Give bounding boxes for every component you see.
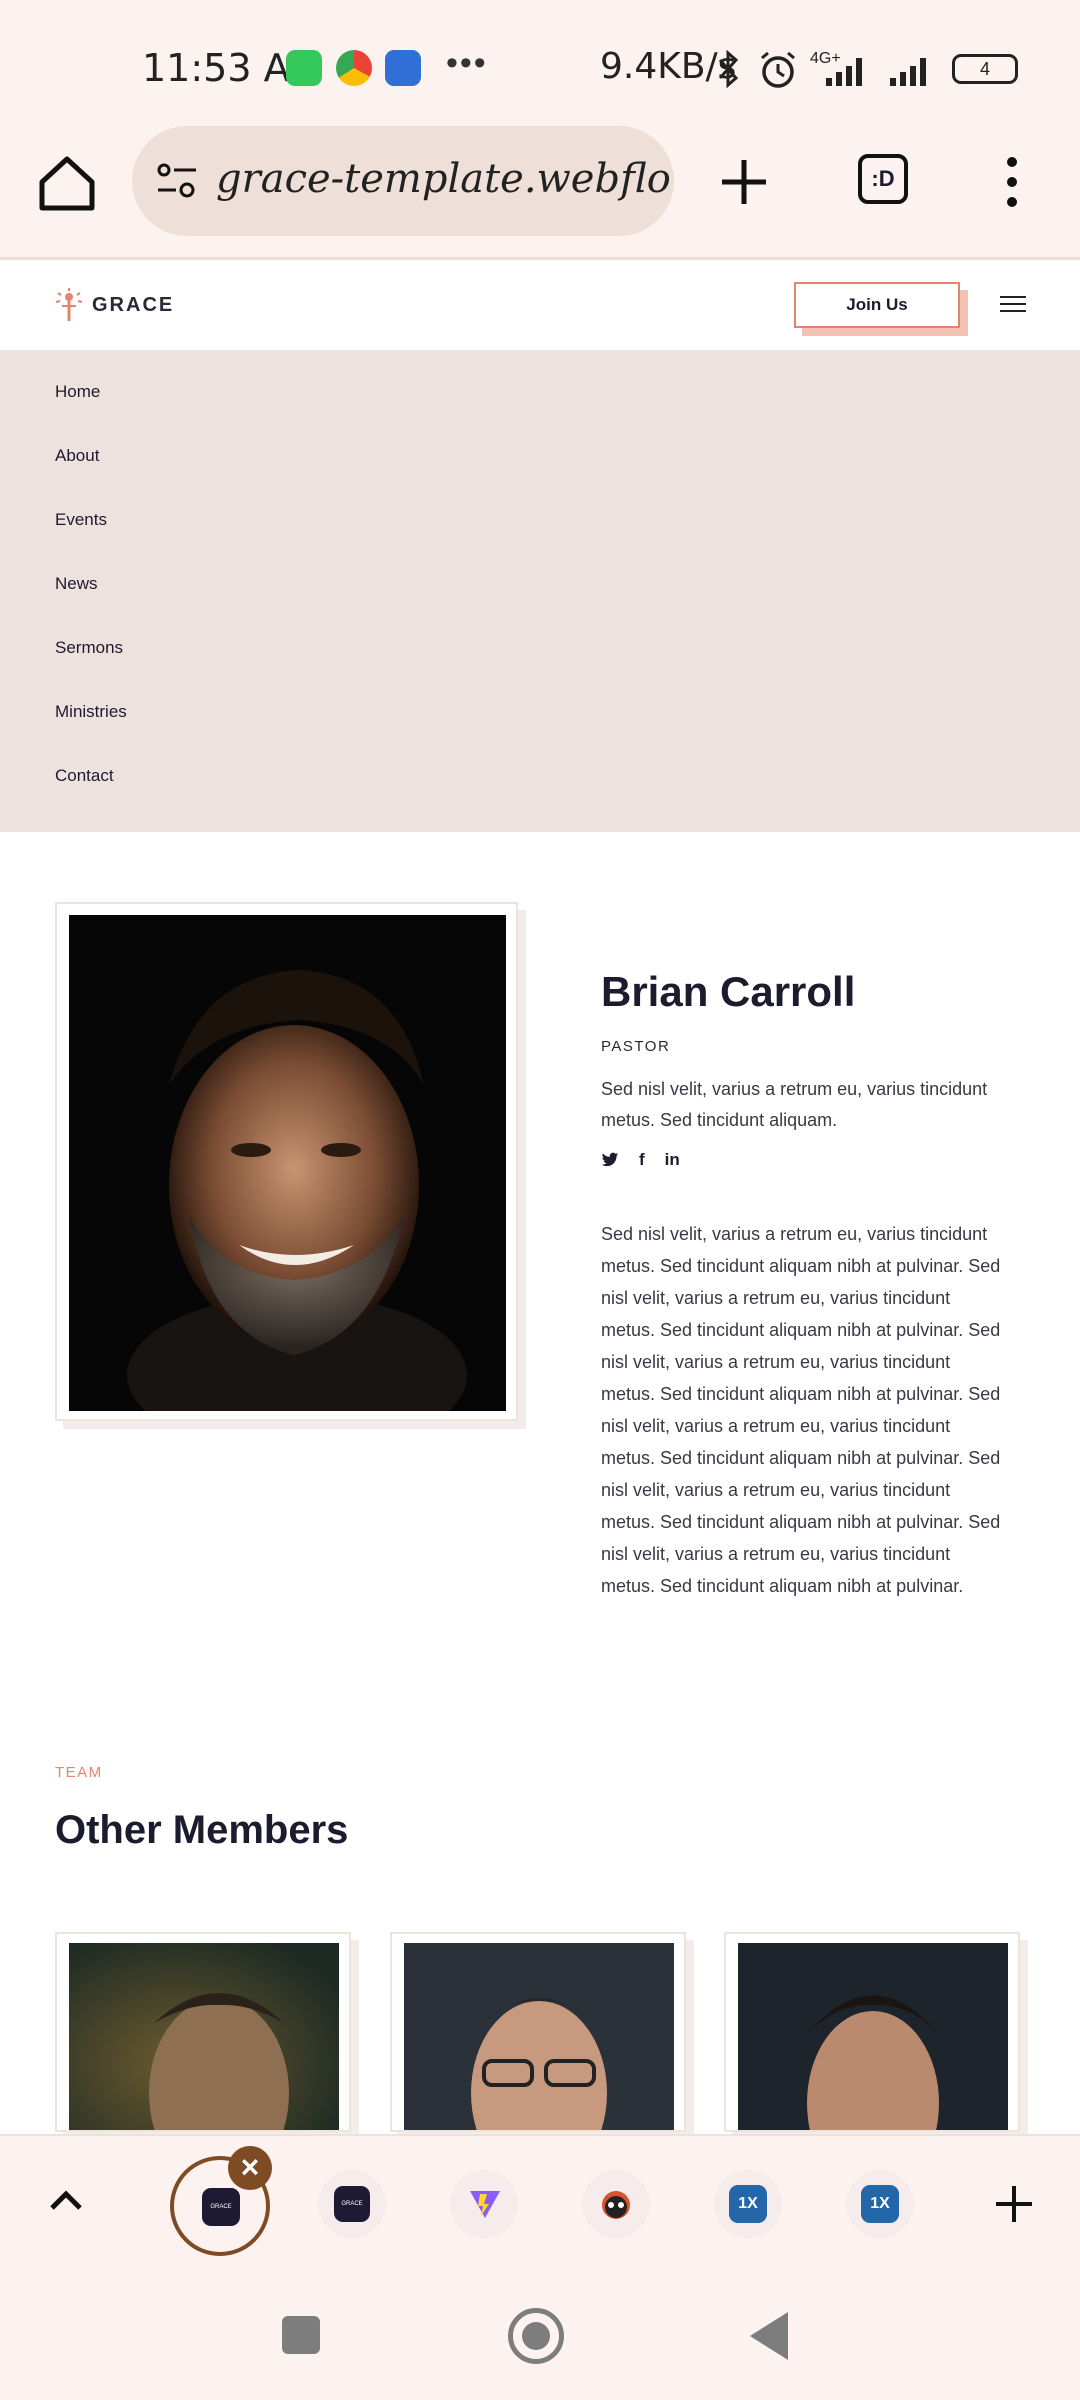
member-card[interactable] xyxy=(55,1932,351,2132)
tab-thumbnail[interactable] xyxy=(582,2170,650,2238)
nav-item-about[interactable]: About xyxy=(55,446,99,466)
profile-short-bio: Sed nisl velit, varius a retrum eu, vari… xyxy=(601,1079,988,1130)
team-title: Other Members xyxy=(55,1808,349,1852)
whatsapp-icon xyxy=(286,50,322,86)
team-eyebrow: TEAM xyxy=(55,1764,103,1781)
site-settings-icon[interactable] xyxy=(154,160,200,202)
tab-thumbnail[interactable]: 1X xyxy=(846,2170,914,2238)
facebook-icon[interactable]: f xyxy=(639,1150,645,1170)
chevron-up-icon[interactable] xyxy=(48,2182,84,2218)
chrome-icon xyxy=(336,50,372,86)
nav-item-news[interactable]: News xyxy=(55,574,98,594)
tab-thumbnail[interactable]: 1X xyxy=(714,2170,782,2238)
tab-favicon: GRACE xyxy=(202,2188,240,2226)
nav-item-ministries[interactable]: Ministries xyxy=(55,702,127,722)
profile-photo-card xyxy=(55,902,518,1421)
new-tab-icon[interactable] xyxy=(718,156,770,208)
nav-menu: Home About Events News Sermons Ministrie… xyxy=(0,350,1080,832)
portrait-image xyxy=(69,915,506,1411)
signal-icon xyxy=(826,58,862,86)
profile-long-bio: Sed nisl velit, varius a retrum eu, vari… xyxy=(601,1224,1001,1596)
bluetooth-app-icon xyxy=(385,50,421,86)
close-tab-icon[interactable]: × xyxy=(228,2146,272,2190)
member-card[interactable] xyxy=(724,1932,1020,2132)
tab-favicon: GRACE xyxy=(334,2186,370,2222)
member-card[interactable] xyxy=(390,1932,686,2132)
tab-thumbnail[interactable]: GRACE xyxy=(318,2170,386,2238)
address-bar[interactable]: grace-template.webflow.io xyxy=(132,126,674,236)
member-photo xyxy=(404,1943,674,2130)
signal-icon-2 xyxy=(890,58,926,86)
logo-text: GRACE xyxy=(92,293,175,316)
back-button-icon[interactable] xyxy=(750,2312,788,2360)
site-header: GRACE Join Us xyxy=(0,262,1080,350)
site-logo[interactable]: GRACE xyxy=(54,288,174,322)
nav-item-home[interactable]: Home xyxy=(55,382,100,402)
twitter-icon[interactable] xyxy=(601,1152,619,1168)
more-dots-icon: ••• xyxy=(446,44,488,82)
mascot-icon xyxy=(602,2191,630,2219)
member-photo xyxy=(738,1943,1008,2130)
tab-strip: GRACE × GRACE 1X 1X xyxy=(0,2134,1080,2270)
recents-button-icon[interactable] xyxy=(282,2316,320,2354)
profile-name: Brian Carroll xyxy=(601,968,856,1015)
menu-icon[interactable] xyxy=(1000,296,1026,314)
vite-icon xyxy=(470,2191,500,2218)
profile-role: PASTOR xyxy=(601,1038,671,1055)
onex-app-icon: 1X xyxy=(861,2185,899,2223)
more-vert-icon[interactable] xyxy=(1002,154,1022,210)
home-button-icon[interactable] xyxy=(508,2308,564,2364)
system-nav-bar xyxy=(0,2270,1080,2400)
profile-photo xyxy=(69,915,506,1411)
status-bar: 11:53 AM ••• 9.4KB/s 4G+ 4 xyxy=(0,0,1080,118)
join-us-button[interactable]: Join Us xyxy=(794,282,960,328)
url-text: grace-template.webflow.io xyxy=(216,156,674,202)
social-links: f in xyxy=(601,1150,680,1170)
add-tab-icon[interactable] xyxy=(994,2184,1034,2224)
home-icon[interactable] xyxy=(36,152,98,214)
member-photo xyxy=(69,1943,339,2130)
nav-item-sermons[interactable]: Sermons xyxy=(55,638,123,658)
logo-sun-icon xyxy=(55,288,83,321)
nav-item-events[interactable]: Events xyxy=(55,510,107,530)
tab-thumbnail[interactable] xyxy=(450,2170,518,2238)
alarm-icon xyxy=(761,51,795,88)
linkedin-icon[interactable]: in xyxy=(665,1150,680,1170)
nav-item-contact[interactable]: Contact xyxy=(55,766,114,786)
browser-toolbar: grace-template.webflow.io :D xyxy=(0,118,1080,260)
battery-icon: 4 xyxy=(952,54,1018,84)
tab-switcher-button[interactable]: :D xyxy=(858,154,908,204)
bluetooth-icon xyxy=(718,50,739,88)
onex-app-icon: 1X xyxy=(729,2185,767,2223)
